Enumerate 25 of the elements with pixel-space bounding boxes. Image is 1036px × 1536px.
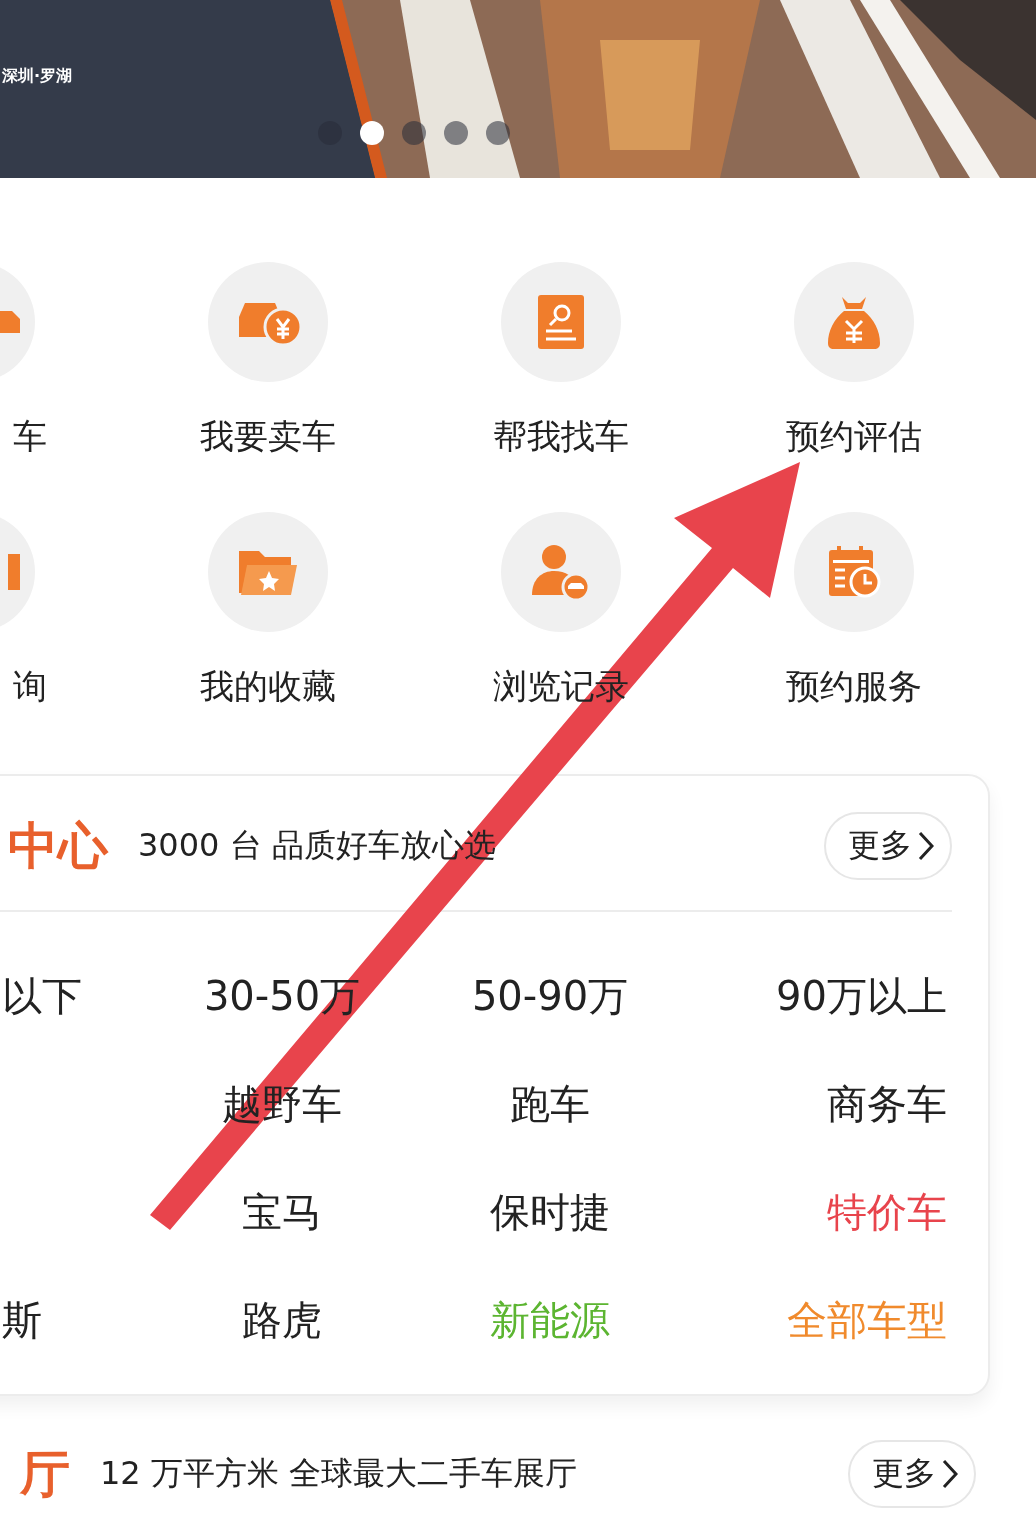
filter-option[interactable]: 宝马 [242, 1158, 322, 1266]
filter-option[interactable]: 50-90万 [471, 942, 629, 1050]
service-label[interactable]: 预约服务 [785, 666, 922, 706]
more-button[interactable]: 更多 [824, 812, 952, 880]
location-label: 深圳·罗湖 [2, 66, 73, 87]
filter-option[interactable]: 跑车 [510, 1050, 590, 1158]
filter-option[interactable]: 路虎 [242, 1266, 322, 1374]
section-title: 中心 [8, 815, 108, 877]
more-button[interactable]: 更多 [848, 1440, 976, 1508]
service-label[interactable]: 我要卖车 [199, 416, 336, 456]
service-label[interactable]: 帮我找车 [492, 416, 629, 456]
service-label[interactable]: 预约评估 [785, 416, 922, 456]
service-label[interactable]: 车 [13, 416, 47, 456]
section-title: 厅 [20, 1443, 70, 1505]
section-subtitle: 12 万平方米 全球最大二手车展厅 [100, 1453, 578, 1494]
filter-option[interactable]: 斯 [2, 1266, 42, 1374]
filter-option[interactable]: 商务车 [827, 1050, 947, 1158]
filter-option[interactable]: 以下 [2, 942, 82, 1050]
service-label[interactable]: 询 [13, 666, 47, 706]
filter-option[interactable]: 特价车 [827, 1158, 947, 1266]
service-label[interactable]: 我的收藏 [199, 666, 336, 706]
section-subtitle: 3000 台 品质好车放心选 [138, 825, 496, 866]
service-label[interactable]: 浏览记录 [492, 666, 629, 706]
filter-option[interactable]: 90万以上 [776, 942, 947, 1050]
filter-option[interactable]: 保时捷 [490, 1158, 610, 1266]
